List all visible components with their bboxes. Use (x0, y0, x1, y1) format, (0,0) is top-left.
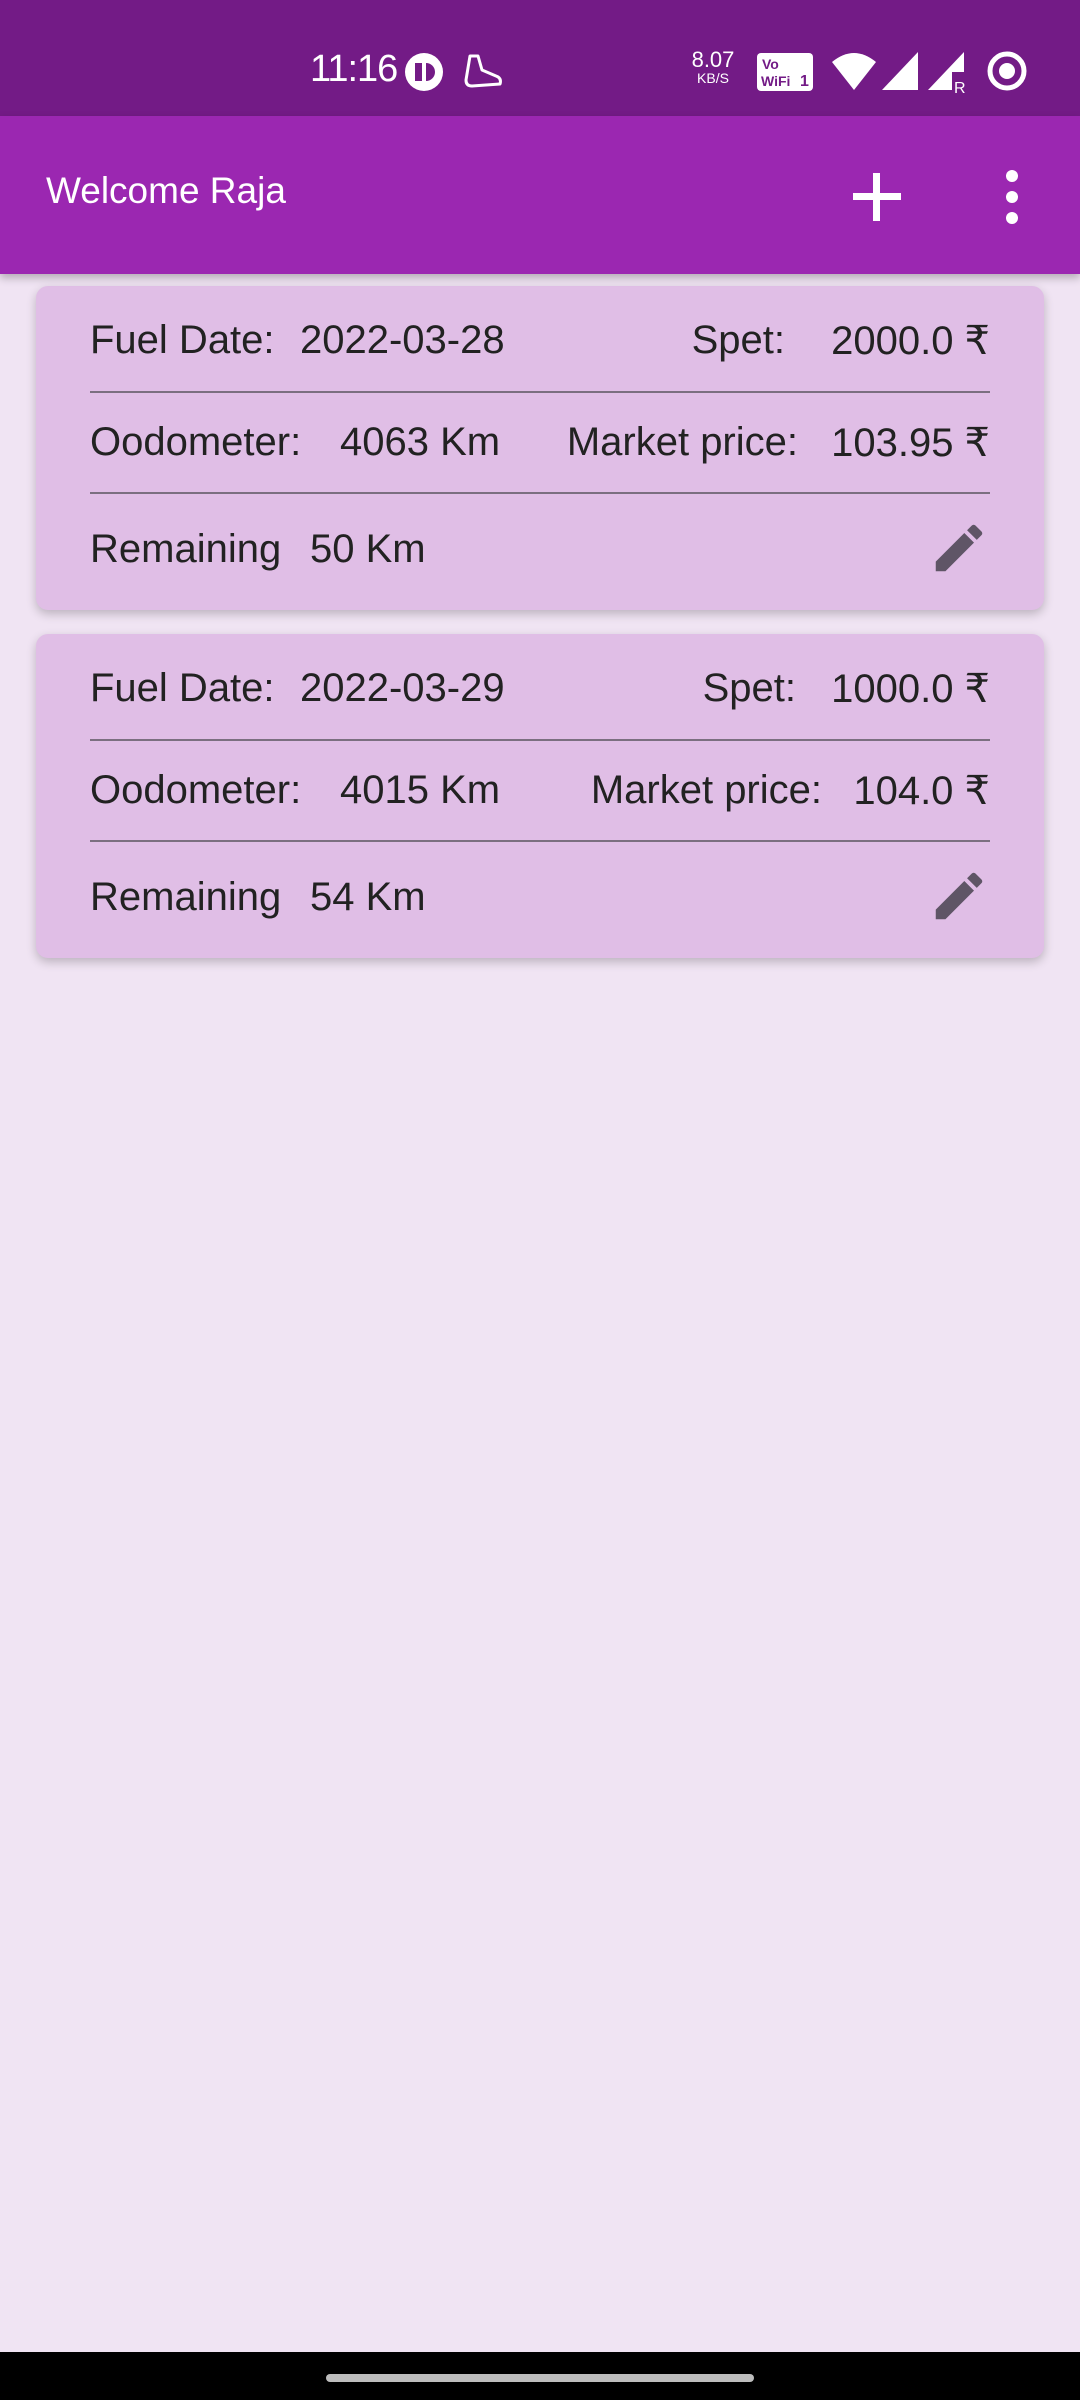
pencil-icon (935, 872, 983, 920)
speed-unit: KB/S (697, 70, 729, 86)
svg-text:WiFi: WiFi (761, 73, 790, 89)
more-vert-icon (1006, 170, 1018, 224)
home-gesture-handle[interactable] (326, 2374, 754, 2382)
status-time: 11:16 (310, 48, 398, 90)
edit-entry-button[interactable] (928, 865, 990, 927)
market-price-label: Market price: (590, 768, 822, 812)
fuel-date-label: Fuel Date: (90, 318, 275, 362)
remaining-value: 54 Km (310, 875, 426, 919)
market-price-value: 104.0 ₹ (853, 769, 990, 813)
fuel-date-value: 2022-03-29 (300, 666, 505, 710)
market-price-label: Market price: (566, 420, 798, 464)
signal-roaming-icon: R (928, 52, 966, 94)
fuel-entry-card: Fuel Date: 2022-03-29 Spet: 1000.0 ₹ Ood… (36, 634, 1044, 958)
odometer-row: Oodometer: 4063 Km Market price: 103.95 … (90, 388, 990, 488)
fuel-date-label: Fuel Date: (90, 666, 275, 710)
add-entry-button[interactable] (842, 162, 912, 232)
status-bar: 11:16 8.07 KB/S Vo WiFi 1 R (0, 0, 1080, 116)
spent-value: 2000.0 ₹ (831, 319, 990, 363)
divider (90, 492, 990, 494)
speed-value: 8.07 (691, 47, 735, 72)
remaining-row: Remaining 50 Km (90, 495, 990, 595)
remaining-value: 50 Km (310, 527, 426, 571)
plus-icon (853, 173, 901, 221)
app-notification-icon (405, 53, 443, 91)
shoe-icon (464, 54, 502, 88)
remaining-label: Remaining (90, 875, 282, 919)
svg-text:1: 1 (800, 73, 809, 90)
divider (90, 840, 990, 842)
ring-icon (987, 51, 1027, 91)
fuel-entry-card: Fuel Date: 2022-03-28 Spet: 2000.0 ₹ Ood… (36, 286, 1044, 610)
wifi-icon (832, 53, 876, 90)
spent-label: Spet: (691, 318, 785, 362)
network-speed: 8.07 KB/S (688, 47, 738, 87)
navigation-bar (0, 2352, 1080, 2400)
pencil-icon (935, 524, 983, 572)
svg-text:R: R (954, 80, 966, 94)
odometer-label: Oodometer: (90, 768, 302, 812)
odometer-row: Oodometer: 4015 Km Market price: 104.0 ₹ (90, 736, 990, 836)
signal-icon (882, 52, 918, 90)
market-price-value: 103.95 ₹ (831, 421, 990, 465)
remaining-row: Remaining 54 Km (90, 843, 990, 943)
odometer-label: Oodometer: (90, 420, 302, 464)
more-options-button[interactable] (990, 162, 1034, 232)
edit-entry-button[interactable] (928, 517, 990, 579)
odometer-value: 4015 Km (340, 768, 501, 812)
fuel-date-row: Fuel Date: 2022-03-29 Spet: 1000.0 ₹ (90, 634, 990, 734)
svg-text:Vo: Vo (762, 56, 779, 72)
remaining-label: Remaining (90, 527, 282, 571)
app-bar: Welcome Raja (0, 116, 1080, 274)
odometer-value: 4063 Km (340, 420, 501, 464)
fuel-date-value: 2022-03-28 (300, 318, 505, 362)
spent-label: Spet: (702, 666, 796, 710)
fuel-date-row: Fuel Date: 2022-03-28 Spet: 2000.0 ₹ (90, 286, 990, 386)
app-title: Welcome Raja (46, 170, 286, 211)
spent-value: 1000.0 ₹ (831, 667, 990, 711)
vowifi-icon: Vo WiFi 1 (757, 53, 813, 91)
